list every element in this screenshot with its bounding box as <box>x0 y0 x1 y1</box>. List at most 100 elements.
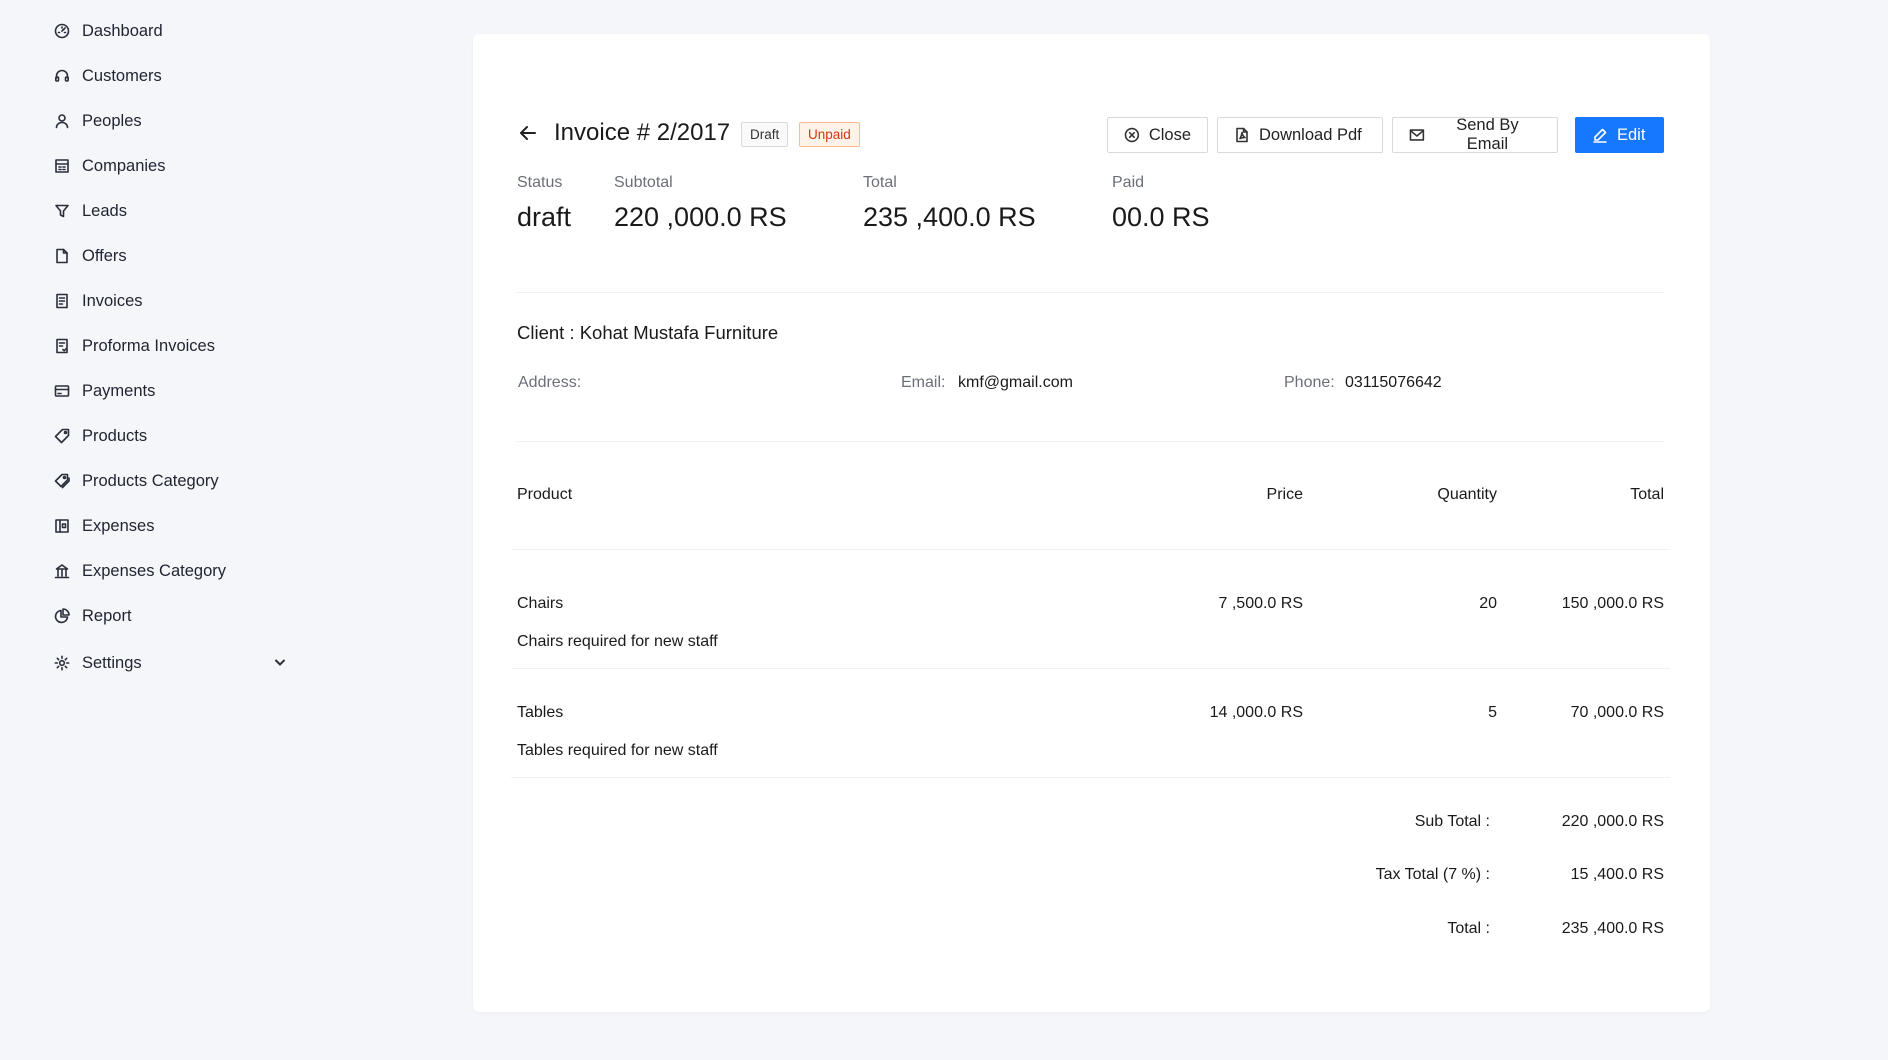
paid-value: 00.0 RS <box>1112 202 1210 232</box>
sidebar-item-label: Products Category <box>82 471 219 490</box>
sidebar-item-label: Peoples <box>82 111 142 130</box>
bank-icon <box>54 563 70 579</box>
edit-button-label: Edit <box>1617 125 1646 144</box>
email-label: Email: <box>901 374 946 391</box>
paid-label: Paid <box>1112 174 1145 191</box>
edit-icon <box>1593 128 1607 143</box>
send-by-email-button-label: Send By Email <box>1456 116 1519 153</box>
summary-subtotal-label: Sub Total : <box>1414 813 1490 830</box>
close-button[interactable]: Close <box>1107 117 1208 153</box>
sidebar-item-invoices[interactable]: Invoices <box>54 286 143 316</box>
sidebar-item-leads[interactable]: Leads <box>54 196 127 226</box>
phone-label: Phone: <box>1284 374 1335 391</box>
sidebar-item-dashboard[interactable]: Dashboard <box>54 16 163 46</box>
dashboard-icon <box>54 23 70 39</box>
summary-total-label: Total : <box>1447 920 1490 937</box>
sidebar-item-label: Leads <box>82 201 127 220</box>
filter-icon <box>54 203 70 219</box>
back-arrow-icon[interactable] <box>517 122 539 144</box>
page-title: Invoice # 2/2017 <box>554 119 731 146</box>
sidebar-item-expenses[interactable]: Expenses <box>54 511 154 541</box>
sidebar-item-label: Expenses Category <box>82 561 226 580</box>
divider <box>511 777 1670 778</box>
edit-button[interactable]: Edit <box>1575 117 1664 153</box>
building-icon <box>54 158 70 174</box>
file-icon <box>54 248 70 264</box>
status-badge-draft: Draft <box>741 122 789 147</box>
email-value: kmf@gmail.com <box>958 374 1073 391</box>
column-header-product: Product <box>517 486 573 503</box>
headset-icon <box>54 68 70 84</box>
sidebar-item-label: Companies <box>82 156 166 175</box>
column-header-total: Total <box>1630 486 1664 503</box>
sidebar-item-offers[interactable]: Offers <box>54 241 127 271</box>
sidebar-item-payments[interactable]: Payments <box>54 376 155 406</box>
total-label: Total <box>863 174 897 191</box>
tags-icon <box>54 473 70 489</box>
sidebar-item-products[interactable]: Products <box>54 421 147 451</box>
file-check-icon <box>54 338 70 354</box>
sidebar-item-peoples[interactable]: Peoples <box>54 106 142 136</box>
file-pdf-icon <box>1236 127 1248 143</box>
product-description: Tables required for new staff <box>517 742 718 759</box>
sidebar-item-label: Invoices <box>82 291 143 310</box>
chevron-down-icon[interactable] <box>272 654 288 670</box>
tag-icon <box>54 428 70 444</box>
total-value: 235 ,400.0 RS <box>863 202 1036 232</box>
sidebar-item-label: Payments <box>82 381 156 400</box>
sidebar-item-label: Proforma Invoices <box>82 336 215 355</box>
address-label: Address: <box>518 374 582 391</box>
download-pdf-button[interactable]: Download Pdf <box>1217 117 1383 153</box>
product-name: Tables <box>517 704 564 721</box>
wallet-icon <box>54 518 70 534</box>
status-badge-unpaid: Unpaid <box>799 122 860 147</box>
product-price: 7 ,500.0 RS <box>1218 595 1304 612</box>
sidebar-item-settings[interactable]: Settings <box>54 648 142 678</box>
sidebar-item-proforma-invoices[interactable]: Proforma Invoices <box>54 331 215 361</box>
divider <box>511 549 1670 550</box>
sidebar-item-label: Customers <box>82 66 162 85</box>
sidebar-item-label: Products <box>82 426 148 445</box>
close-button-label: Close <box>1148 125 1191 144</box>
summary-tax-value: 15 ,400.0 RS <box>1570 866 1664 883</box>
close-circle-icon <box>1124 127 1140 143</box>
sidebar-item-companies[interactable]: Companies <box>54 151 165 181</box>
sidebar-item-label: Report <box>82 606 132 625</box>
summary-total-value: 235 ,400.0 RS <box>1561 920 1664 937</box>
sidebar-item-label: Offers <box>82 246 127 265</box>
product-total: 150 ,000.0 RS <box>1561 595 1664 612</box>
divider <box>511 668 1670 669</box>
sidebar-item-label: Expenses <box>82 516 155 535</box>
status-value: draft <box>517 202 572 232</box>
column-header-price: Price <box>1266 486 1303 503</box>
sidebar: Dashboard Customers Peoples Companies Le… <box>0 0 300 1060</box>
sidebar-item-label: Settings <box>82 653 142 672</box>
product-description: Chairs required for new staff <box>517 633 718 650</box>
summary-subtotal-value: 220 ,000.0 RS <box>1561 813 1664 830</box>
send-by-email-button[interactable]: Send By Email <box>1392 116 1558 153</box>
download-pdf-button-label: Download Pdf <box>1259 125 1362 144</box>
status-label: Status <box>517 174 563 191</box>
product-price: 14 ,000.0 RS <box>1209 704 1303 721</box>
invoice-icon <box>54 293 70 309</box>
subtotal-label: Subtotal <box>614 174 673 191</box>
sidebar-item-customers[interactable]: Customers <box>54 61 162 91</box>
credit-card-icon <box>54 383 70 399</box>
mail-icon <box>1409 129 1425 141</box>
sidebar-item-expenses-category[interactable]: Expenses Category <box>54 556 226 586</box>
sidebar-item-label: Dashboard <box>82 21 163 40</box>
product-name: Chairs <box>517 595 564 612</box>
phone-value: 03115076642 <box>1345 374 1442 391</box>
subtotal-value: 220 ,000.0 RS <box>614 202 787 232</box>
product-total: 70 ,000.0 RS <box>1570 704 1664 721</box>
divider <box>517 441 1664 442</box>
sidebar-item-products-category[interactable]: Products Category <box>54 466 219 496</box>
pie-chart-icon <box>54 608 70 624</box>
sidebar-item-report[interactable]: Report <box>54 601 132 631</box>
client-name: Client : Kohat Mustafa Furniture <box>517 322 779 343</box>
summary-tax-label: Tax Total (7 %) : <box>1375 866 1490 883</box>
user-icon <box>54 113 70 129</box>
gear-icon <box>54 655 70 671</box>
invoice-card: Invoice # 2/2017 Draft Unpaid Close Down… <box>473 34 1710 1012</box>
divider <box>517 292 1664 293</box>
